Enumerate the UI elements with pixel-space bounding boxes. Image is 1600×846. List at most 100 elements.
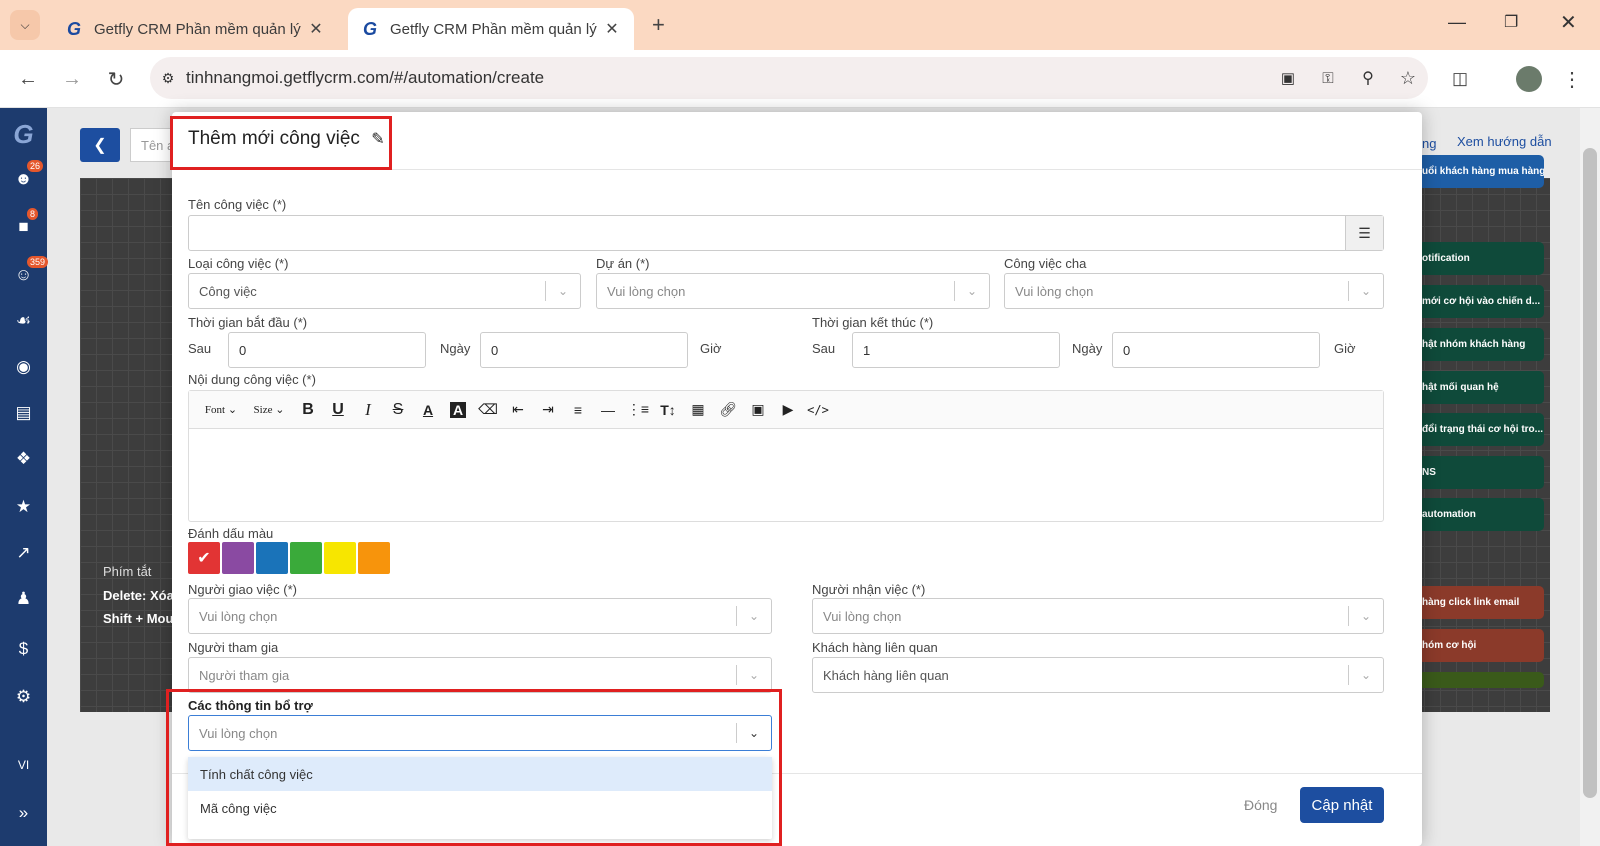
- link-icon[interactable]: 🔗︎: [713, 395, 743, 425]
- flow-node[interactable]: hàng click link email: [1418, 586, 1544, 619]
- align-icon[interactable]: ≡: [563, 395, 593, 425]
- italic-icon[interactable]: I: [353, 395, 383, 425]
- end-days-input[interactable]: 1: [852, 332, 1060, 368]
- browser-tab-2[interactable]: G Getfly CRM Phần mềm quản lý ✕: [348, 8, 634, 50]
- color-swatch-purple[interactable]: [222, 542, 254, 574]
- color-swatch-red[interactable]: ✔: [188, 542, 220, 574]
- flow-node[interactable]: mới cơ hội vào chiến d...: [1418, 285, 1544, 318]
- flow-node[interactable]: uổi khách hàng mua hàng: [1418, 155, 1544, 188]
- assigner-select[interactable]: Vui lòng chọn ⌄: [188, 598, 772, 634]
- expand-sidebar-icon[interactable]: »: [0, 798, 47, 828]
- forward-arrow-icon[interactable]: →: [56, 63, 88, 95]
- reload-icon[interactable]: ↻: [100, 63, 132, 95]
- color-swatch-green[interactable]: [290, 542, 322, 574]
- back-button[interactable]: ❮: [80, 128, 120, 162]
- flow-node[interactable]: đổi trạng thái cơ hội tro...: [1418, 413, 1544, 446]
- close-button[interactable]: Đóng: [1244, 797, 1277, 813]
- bold-icon[interactable]: B: [293, 395, 323, 425]
- sidebar-item-customers[interactable]: ☺ 359: [0, 256, 49, 290]
- users-icon: ☺: [14, 265, 33, 284]
- browser-tab-1[interactable]: G Getfly CRM Phần mềm quản lý ✕: [52, 8, 338, 50]
- minimize-icon[interactable]: —: [1448, 12, 1466, 33]
- table-icon[interactable]: ▦: [683, 395, 713, 425]
- site-info-icon[interactable]: ⚙: [150, 70, 186, 87]
- highlight-icon[interactable]: A: [443, 395, 473, 425]
- more-menu-icon[interactable]: ⋮: [1556, 63, 1588, 95]
- strikethrough-icon[interactable]: S: [383, 395, 413, 425]
- sidebar-item-settings[interactable]: ⚙: [0, 682, 47, 712]
- size-dropdown[interactable]: Size ⌄: [245, 395, 293, 425]
- video-icon[interactable]: ▶: [773, 395, 803, 425]
- sidebar-item-deals[interactable]: ☙: [0, 306, 47, 336]
- sidebar-item-target[interactable]: ◉: [0, 352, 47, 382]
- flow-node[interactable]: automation: [1418, 498, 1544, 531]
- tab-search-button[interactable]: ⌵: [10, 10, 40, 40]
- tab-partial[interactable]: ng: [1422, 136, 1436, 151]
- task-type-select[interactable]: Công việc ⌄: [188, 273, 581, 309]
- ordered-list-icon[interactable]: ⋮≡: [623, 395, 653, 425]
- zoom-icon[interactable]: ⚲: [1348, 68, 1388, 88]
- sidebar-item-hr[interactable]: ♟: [0, 584, 47, 614]
- flow-node[interactable]: hóm cơ hội: [1418, 629, 1544, 662]
- help-link[interactable]: Xem hướng dẫn: [1457, 134, 1552, 149]
- indent-icon[interactable]: ⇥: [533, 395, 563, 425]
- eraser-icon[interactable]: ⌫: [473, 395, 503, 425]
- getfly-logo[interactable]: G: [0, 116, 47, 152]
- close-icon[interactable]: ✕: [306, 19, 326, 39]
- language-switch[interactable]: VI: [0, 750, 47, 780]
- parent-task-select[interactable]: Vui lòng chọn ⌄: [1004, 273, 1384, 309]
- sidebar-item-favorites[interactable]: ★: [0, 492, 47, 522]
- participants-placeholder: Người tham gia: [199, 667, 290, 683]
- sidebar-item-reports[interactable]: ↗: [0, 538, 47, 568]
- assigner-placeholder: Vui lòng chọn: [199, 608, 278, 624]
- image-icon[interactable]: ▣: [743, 395, 773, 425]
- flow-node[interactable]: [1418, 672, 1544, 688]
- horizontal-rule-icon[interactable]: —: [593, 395, 623, 425]
- restore-icon[interactable]: ❐: [1504, 12, 1518, 32]
- color-swatch-orange[interactable]: [358, 542, 390, 574]
- flow-node[interactable]: hật mối quan hệ: [1418, 371, 1544, 404]
- sidebar-item-products[interactable]: ❖: [0, 444, 47, 474]
- start-hours-input[interactable]: 0: [480, 332, 688, 368]
- task-name-field[interactable]: ☰: [188, 215, 1384, 251]
- window-close-icon[interactable]: ✕: [1560, 10, 1577, 35]
- bookmark-star-icon[interactable]: ☆: [1388, 68, 1428, 89]
- page-scrollbar[interactable]: [1580, 108, 1600, 846]
- text-size-icon[interactable]: T↕: [653, 395, 683, 425]
- outdent-icon[interactable]: ⇤: [503, 395, 533, 425]
- chart-icon: ↗: [16, 543, 31, 562]
- extensions-icon[interactable]: ◫: [1444, 63, 1476, 95]
- list-icon[interactable]: ☰: [1345, 216, 1383, 250]
- color-swatch-yellow[interactable]: [324, 542, 356, 574]
- flow-node[interactable]: otification: [1418, 242, 1544, 275]
- update-button[interactable]: Cập nhật: [1300, 787, 1384, 823]
- end-time-label: Thời gian kết thúc (*): [812, 315, 934, 330]
- back-arrow-icon[interactable]: ←: [12, 63, 44, 95]
- code-icon[interactable]: </>: [803, 395, 833, 425]
- sidebar-item-orders[interactable]: ▤: [0, 398, 47, 428]
- avatar[interactable]: [1516, 66, 1542, 92]
- customers-select[interactable]: Khách hàng liên quan ⌄: [812, 657, 1384, 693]
- font-dropdown[interactable]: Font ⌄: [197, 395, 245, 425]
- color-swatches: ✔: [188, 542, 390, 574]
- color-swatch-blue[interactable]: [256, 542, 288, 574]
- project-placeholder: Vui lòng chọn: [607, 283, 686, 299]
- key-icon[interactable]: ⚿: [1308, 70, 1348, 87]
- end-hours-input[interactable]: 0: [1112, 332, 1320, 368]
- flow-node[interactable]: hật nhóm khách hàng: [1418, 328, 1544, 361]
- sidebar-item-finance[interactable]: $: [0, 634, 47, 664]
- content-editor[interactable]: Font ⌄ Size ⌄ B U I S A A ⌫ ⇤ ⇥ ≡ — ⋮≡ T…: [188, 390, 1384, 522]
- camera-off-icon[interactable]: ▣: [1268, 69, 1308, 87]
- sidebar-item-contacts[interactable]: ☻ 26: [0, 160, 47, 194]
- sidebar-item-tasks[interactable]: ■ 8: [0, 208, 47, 242]
- close-icon[interactable]: ✕: [602, 19, 622, 39]
- participants-select[interactable]: Người tham gia ⌄: [188, 657, 772, 693]
- new-tab-icon[interactable]: +: [652, 12, 665, 38]
- underline-icon[interactable]: U: [323, 395, 353, 425]
- start-days-input[interactable]: 0: [228, 332, 426, 368]
- project-select[interactable]: Vui lòng chọn ⌄: [596, 273, 990, 309]
- assignee-select[interactable]: Vui lòng chọn ⌄: [812, 598, 1384, 634]
- omnibox[interactable]: ⚙ tinhnangmoi.getflycrm.com/#/automation…: [150, 57, 1428, 99]
- font-color-icon[interactable]: A: [413, 395, 443, 425]
- flow-node[interactable]: NS: [1418, 456, 1544, 489]
